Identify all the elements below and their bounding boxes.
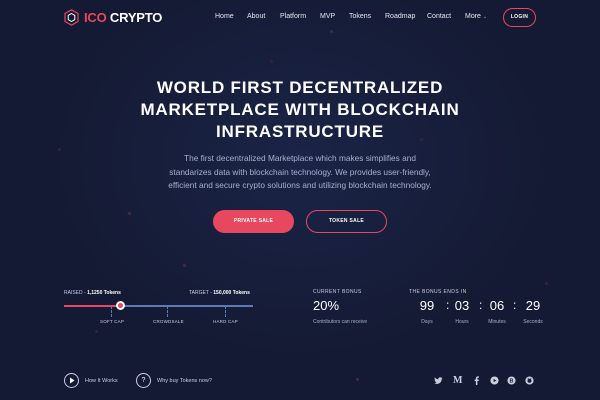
nav-contact[interactable]: Contact xyxy=(427,13,451,20)
target-label: TARGET - xyxy=(189,290,214,296)
nav-about[interactable]: About xyxy=(247,13,265,20)
soft-cap-label: SOFT CAP xyxy=(100,319,125,324)
soft-cap-tick xyxy=(111,306,112,317)
crowdsale-label: CROWDSALE xyxy=(153,319,184,324)
token-sale-button[interactable]: TOKEN SALE xyxy=(306,210,387,233)
github-icon[interactable] xyxy=(525,376,534,385)
nav-platform[interactable]: Platform xyxy=(280,13,306,20)
youtube-icon[interactable] xyxy=(490,376,499,385)
logo[interactable]: ICO CRYPTO xyxy=(64,9,162,26)
nav-more[interactable]: More ⌄ xyxy=(465,13,487,20)
chevron-down-icon: ⌄ xyxy=(482,14,488,20)
countdown-days-label: Days xyxy=(421,319,433,325)
hexagon-logo-icon xyxy=(64,9,79,26)
nav-mvp[interactable]: MVP xyxy=(320,13,335,20)
sale-progress-fill xyxy=(64,305,121,307)
background xyxy=(0,0,600,400)
site-header: ICO CRYPTO Home About Platform MVP Token… xyxy=(0,0,600,36)
hero-description-line: The first decentralized Marketplace whic… xyxy=(184,153,416,163)
nav-tokens[interactable]: Tokens xyxy=(349,13,371,20)
hero-title-line: WORLD FIRST DECENTRALIZED xyxy=(156,78,444,97)
countdown-separator: : xyxy=(513,298,517,312)
current-bonus-title: CURRENT BONUS xyxy=(313,289,362,295)
hero-description-line: standarizes data with blockchain technol… xyxy=(169,166,431,177)
crowdsale-tick xyxy=(167,306,168,317)
hero-title-line: MARKETPLACE WITH BLOCKCHAIN xyxy=(140,100,460,119)
logo-text: ICO CRYPTO xyxy=(84,10,163,25)
countdown-hours: 03 xyxy=(454,298,470,313)
how-it-works-link[interactable]: How It Works xyxy=(64,373,118,388)
medium-icon[interactable]: M xyxy=(453,376,462,386)
hard-cap-tick xyxy=(225,306,226,317)
private-sale-button[interactable]: PRIVATE SALE xyxy=(213,210,294,233)
countdown-minutes-label: Minutes xyxy=(488,319,506,325)
hero-title: WORLD FIRST DECENTRALIZED MARKETPLACE WI… xyxy=(120,77,480,143)
twitter-icon[interactable] xyxy=(434,376,443,385)
question-icon: ? xyxy=(136,373,151,388)
nav-roadmap[interactable]: Roadmap xyxy=(385,13,415,20)
countdown-seconds: 29 xyxy=(525,298,541,313)
hard-cap-label: HARD CAP xyxy=(213,319,238,324)
current-bonus-value: 20% xyxy=(313,298,340,313)
svg-text:B: B xyxy=(510,378,514,384)
nav-more-label: More xyxy=(465,13,481,20)
countdown-minutes: 06 xyxy=(489,298,505,313)
hero-title-line: INFRASTRUCTURE xyxy=(216,122,384,141)
raised-label: RAISED - xyxy=(64,290,88,296)
bitcoin-icon[interactable]: B xyxy=(507,376,516,385)
why-buy-label: Why buy Tokens now? xyxy=(157,377,212,384)
login-button[interactable]: LOGIN xyxy=(503,8,536,27)
countdown-seconds-label: Seconds xyxy=(523,319,543,325)
countdown-title: THE BONUS ENDS IN xyxy=(409,289,467,295)
nav-home[interactable]: Home xyxy=(215,13,234,20)
play-icon xyxy=(64,373,79,388)
raised-value: 1,1250 Tokens xyxy=(87,290,121,296)
countdown-hours-label: Hours xyxy=(455,319,469,325)
hero-description-line: efficient and secure crypto solutions an… xyxy=(168,180,432,190)
target-value: 150,000 Tokens xyxy=(213,290,250,296)
how-it-works-label: How It Works xyxy=(85,377,118,384)
why-buy-link[interactable]: ? Why buy Tokens now? xyxy=(136,373,212,388)
facebook-icon[interactable] xyxy=(472,376,481,385)
current-bonus-caption: Contributors can receive xyxy=(313,319,368,325)
raised-amount: RAISED - 1,1250 Tokens xyxy=(64,290,121,296)
countdown-days: 99 xyxy=(419,298,435,313)
hero-description: The first decentralized Marketplace whic… xyxy=(150,152,450,193)
target-amount: TARGET - 150,000 Tokens xyxy=(189,290,250,296)
